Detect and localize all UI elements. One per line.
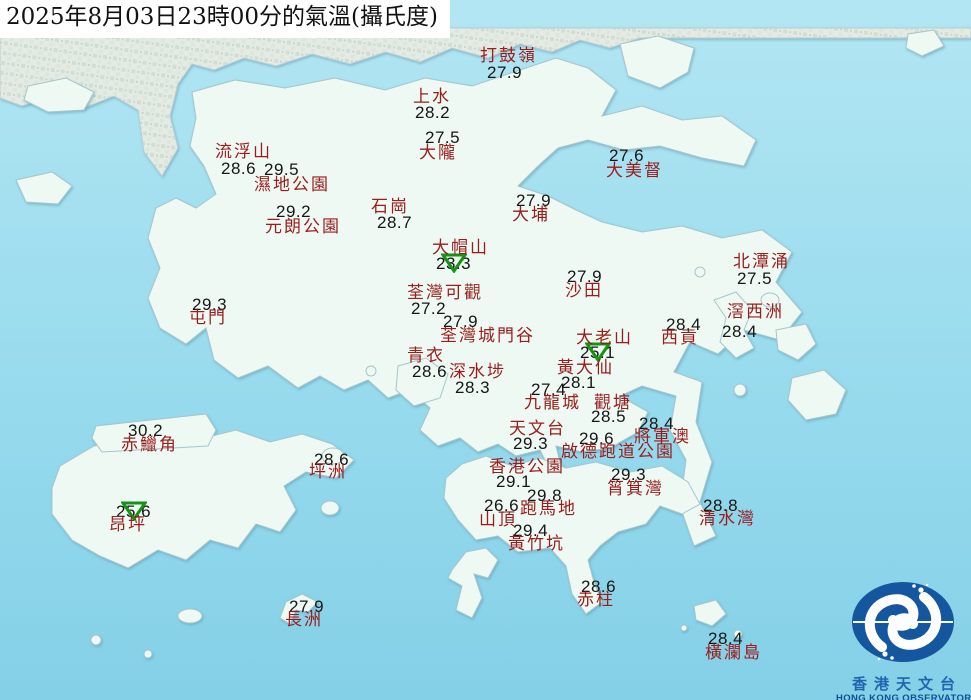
hong-kong-map bbox=[0, 0, 971, 700]
temperature-map-page: 2025年8月03日23時00分的氣溫(攝氏度) 27.9打鼓嶺28.2上水27… bbox=[0, 0, 971, 700]
map-title: 2025年8月03日23時00分的氣溫(攝氏度) bbox=[0, 0, 450, 38]
hko-emblem-icon bbox=[836, 574, 971, 672]
logo-title-en: HONG KONG OBSERVATORY bbox=[836, 693, 971, 700]
hko-logo: 香港天文台 HONG KONG OBSERVATORY bbox=[836, 574, 971, 700]
logo-title-cn: 香港天文台 bbox=[836, 675, 971, 693]
